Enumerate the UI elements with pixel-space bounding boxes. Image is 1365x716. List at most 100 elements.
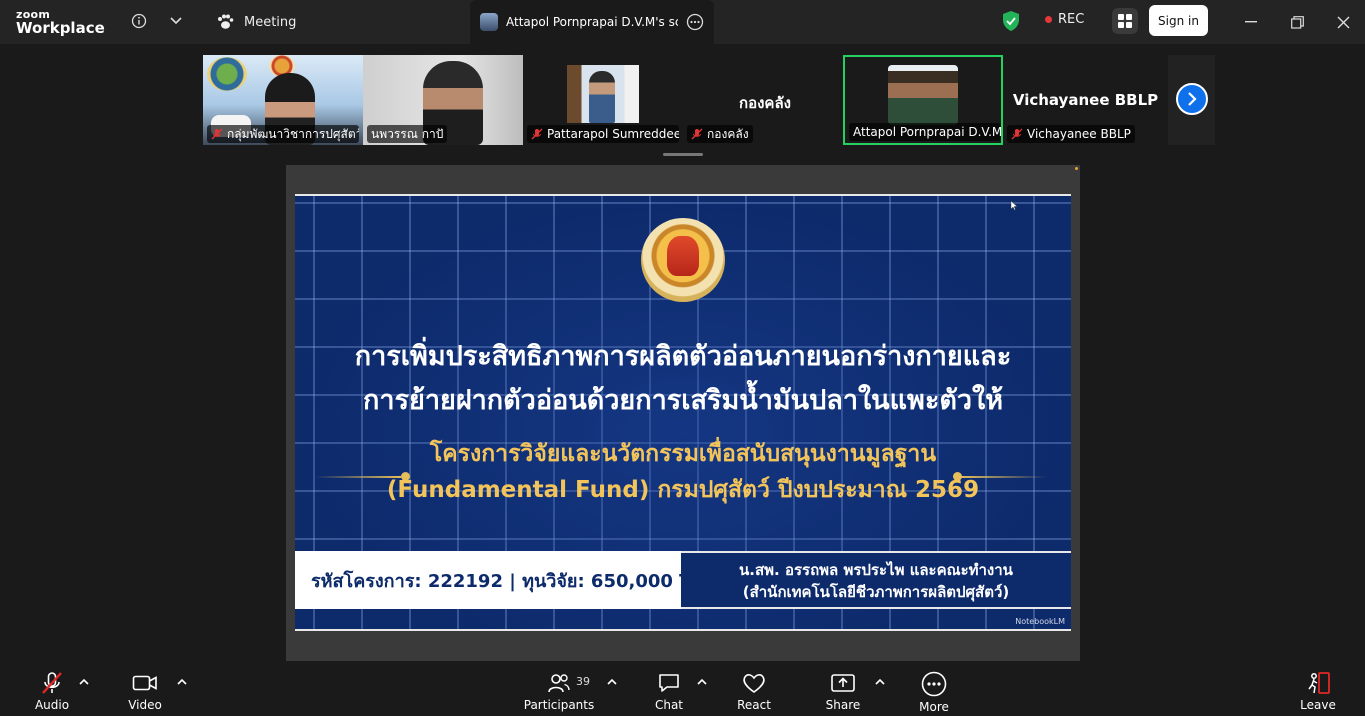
participants-options-caret-icon[interactable]: [606, 677, 618, 687]
participants-icon: [548, 674, 570, 693]
next-page-button[interactable]: [1176, 83, 1208, 115]
rec-dot-icon: [1045, 16, 1052, 23]
zoom-window: zoom Workplace Meeting Attapol Pornprapa…: [0, 0, 1365, 716]
participant-name: กองคลัง: [707, 127, 749, 141]
participant-display-name: Vichayanee BBLP: [1012, 91, 1159, 109]
mic-muted-icon: [211, 128, 223, 140]
info-icon[interactable]: [128, 10, 150, 32]
mic-muted-icon: [42, 672, 62, 694]
share-screen-icon: [831, 674, 855, 692]
leave-door-icon: [1308, 672, 1330, 694]
participant-name: Attapol Pornprapai D.V.M: [853, 125, 1001, 139]
leave-button[interactable]: Leave: [1298, 661, 1338, 716]
restore-icon[interactable]: [1287, 12, 1307, 32]
tab-shared-screen-label: Attapol Pornprapai D.V.M's screen: [506, 15, 678, 29]
participant-name-label: กองคลัง: [687, 125, 753, 143]
minimize-icon[interactable]: [1241, 12, 1261, 32]
more-dots-icon: [921, 671, 947, 697]
rec-label: REC: [1058, 12, 1085, 27]
recording-indicator[interactable]: REC: [1045, 12, 1084, 27]
participant-name: Pattarapol Sumreddee: [547, 127, 679, 141]
participants-button[interactable]: Participants: [523, 661, 595, 716]
logo-big-text: Workplace: [16, 19, 105, 37]
shared-screen-area: การเพิ่มประสิทธิภาพการผลิตตัวอ่อนภายนอกร…: [286, 165, 1080, 661]
slide-subtitle-line-1: โครงการวิจัยและนวัตกรรมเพื่อสนับสนุนงานม…: [429, 441, 937, 467]
participant-name: กลุ่มพัฒนาวิชาการปศุสัตว์...: [227, 127, 359, 141]
participants-label: Participants: [523, 698, 595, 712]
participant-tile[interactable]: นพวรรณ กาปั: [363, 55, 523, 145]
chat-options-caret-icon[interactable]: [696, 677, 708, 687]
audio-options-caret-icon[interactable]: [78, 677, 90, 687]
notebooklm-watermark: NotebookLM: [1015, 617, 1065, 626]
leave-label: Leave: [1300, 698, 1336, 712]
paw-icon: [218, 14, 234, 29]
participant-name-label: นพวรรณ กาปั: [367, 125, 448, 143]
tab-meeting[interactable]: Meeting: [216, 0, 296, 44]
share-label: Share: [825, 698, 861, 712]
mic-muted-icon: [531, 128, 543, 140]
slide-title-line-2: การย้ายฝากตัวอ่อนด้วยการเสริมน้ำมันปลาใน…: [363, 385, 1003, 416]
zoom-workplace-logo: zoom Workplace: [16, 9, 105, 36]
participant-tile[interactable]: Pattarapol Sumreddee: [523, 55, 683, 145]
mouse-cursor-icon: [1011, 201, 1017, 210]
strip-resize-handle[interactable]: [663, 153, 703, 156]
participant-strip: กลุ่มพัฒนาวิชาการปศุสัตว์... นพวรรณ กาปั…: [203, 55, 1215, 145]
video-button[interactable]: Video: [124, 661, 166, 716]
participant-name-label: Attapol Pornprapai D.V.M: [849, 123, 1001, 141]
more-label: More: [919, 700, 949, 714]
seal-emblem: [667, 236, 699, 276]
chevron-down-icon[interactable]: [165, 10, 187, 32]
apps-grid-icon: [1118, 14, 1132, 28]
close-icon[interactable]: [1333, 12, 1353, 32]
participant-name: Vichayanee BBLP: [1027, 127, 1131, 141]
mic-muted-icon: [1011, 128, 1023, 140]
audio-label: Audio: [34, 698, 70, 712]
video-options-caret-icon[interactable]: [176, 677, 188, 687]
video-label: Video: [128, 698, 162, 712]
participant-tile[interactable]: Vichayanee BBLP Vichayanee BBLP: [1003, 55, 1168, 145]
participant-video-person: [888, 65, 958, 125]
react-button[interactable]: React: [734, 661, 774, 716]
author-affiliation: (สำนักเทคโนโลยีชีวภาพการผลิตปศุสัตว์): [742, 583, 1010, 601]
more-options-icon[interactable]: [686, 13, 704, 31]
more-button[interactable]: More: [914, 661, 954, 716]
organization-logo: [207, 57, 247, 91]
heart-icon: [743, 674, 765, 693]
participant-tile[interactable]: กลุ่มพัฒนาวิชาการปศุสัตว์...: [203, 55, 363, 145]
slide-subtitle-line-2: (Fundamental Fund) กรมปศุสัตว์ ปีงบประมา…: [386, 477, 980, 503]
react-label: React: [737, 698, 771, 712]
participant-count-badge: 39: [576, 675, 590, 688]
audio-button[interactable]: Audio: [30, 661, 74, 716]
participant-tile-active-speaker[interactable]: Attapol Pornprapai D.V.M: [843, 55, 1003, 145]
department-seal-logo: [641, 218, 725, 302]
slide-title-line-1: การเพิ่มประสิทธิภาพการผลิตตัวอ่อนภายนอกร…: [354, 341, 1012, 372]
chevron-right-icon: [1188, 92, 1197, 106]
author-name: น.สพ. อรรถพล พรประไพ และคณะทำงาน: [739, 561, 1013, 579]
presenter-avatar: [480, 13, 498, 31]
share-button[interactable]: Share: [822, 661, 864, 716]
tab-shared-screen[interactable]: Attapol Pornprapai D.V.M's screen: [470, 0, 714, 44]
share-indicator-dot: [1075, 167, 1078, 170]
participant-name-label: Vichayanee BBLP: [1007, 125, 1135, 143]
participant-name: นพวรรณ กาปั: [371, 127, 444, 141]
tab-meeting-label: Meeting: [244, 14, 297, 30]
participant-avatar: [567, 65, 639, 123]
meeting-toolbar: Audio Video Participants 39 Chat React S…: [0, 661, 1365, 716]
video-camera-icon: [132, 675, 157, 691]
chat-label: Chat: [654, 698, 684, 712]
apps-button[interactable]: [1112, 8, 1138, 34]
author-box: น.สพ. อรรถพล พรประไพ และคณะทำงาน (สำนักเ…: [681, 551, 1071, 609]
security-shield-icon[interactable]: [1001, 10, 1021, 32]
participant-display-name: กองคลัง: [739, 94, 791, 112]
participant-tile[interactable]: กองคลัง กองคลัง: [683, 55, 843, 145]
participant-name-label: กลุ่มพัฒนาวิชาการปศุสัตว์...: [207, 125, 359, 143]
mic-muted-icon: [691, 128, 703, 140]
sign-in-button[interactable]: Sign in: [1149, 5, 1208, 36]
project-code-box: รหัสโครงการ: 222192 | ทุนวิจัย: 650,000 …: [295, 551, 720, 609]
chat-bubble-icon: [659, 674, 679, 692]
chat-button[interactable]: Chat: [650, 661, 688, 716]
title-bar: zoom Workplace Meeting Attapol Pornprapa…: [0, 0, 1365, 44]
presentation-slide: การเพิ่มประสิทธิภาพการผลิตตัวอ่อนภายนอกร…: [295, 194, 1071, 631]
participant-name-label: Pattarapol Sumreddee: [527, 125, 679, 143]
share-options-caret-icon[interactable]: [874, 677, 886, 687]
